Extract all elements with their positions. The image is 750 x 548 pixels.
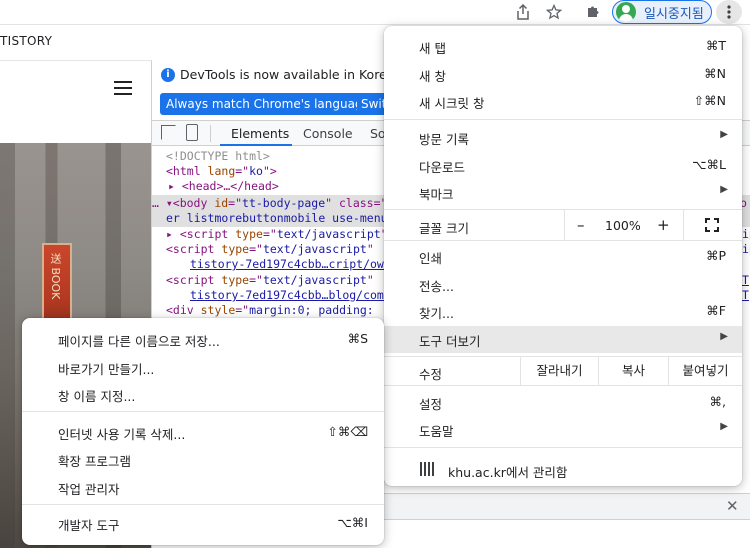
submenu-item-clear-data[interactable]: 인터넷 사용 기록 삭제... ⇧⌘⌫	[22, 418, 384, 445]
zoom-level: 100%	[605, 218, 641, 233]
code-line[interactable]: <div style="margin:0; padding:	[166, 303, 374, 318]
chrome-main-menu: 새 탭 ⌘T 새 창 ⌘N 새 시크릿 창 ⇧⌘N 방문 기록 ▶ 다운로드 ⌥⌘L 북마…	[384, 26, 742, 486]
menu-item-managed[interactable]: khu.ac.kr에서 관리함	[384, 454, 742, 486]
info-icon: i	[161, 68, 175, 82]
menu-item-bookmarks[interactable]: 북마크 ▶	[384, 179, 742, 206]
device-toolbar-icon[interactable]	[186, 124, 198, 141]
zoom-controls: – 100% +	[564, 210, 742, 240]
fullscreen-button[interactable]	[683, 210, 743, 240]
fullscreen-icon	[705, 218, 719, 232]
close-icon[interactable]: ✕	[726, 497, 739, 515]
edit-row: 수정 잘라내기 복사 붙여넣기	[384, 356, 742, 386]
site-header	[0, 60, 152, 144]
site-title[interactable]: TISTORY	[0, 34, 52, 48]
submenu-item-create-shortcut[interactable]: 바로가기 만들기...	[22, 353, 384, 380]
tab-elements[interactable]: Elements	[231, 126, 289, 141]
code-line[interactable]: <script type="text/javascript"	[166, 242, 374, 257]
kebab-icon[interactable]	[716, 0, 742, 24]
menu-item-history[interactable]: 방문 기록 ▶	[384, 124, 742, 151]
tab-console[interactable]: Console	[303, 126, 353, 141]
building-icon	[420, 462, 434, 476]
menu-item-incognito[interactable]: 새 시크릿 창 ⇧⌘N	[384, 88, 742, 115]
zoom-label: 글꼴 크기	[419, 221, 469, 236]
code-fragment: ipt"	[742, 242, 750, 256]
code-fragment: T	[742, 288, 749, 302]
menu-item-new-tab[interactable]: 새 탭 ⌘T	[384, 33, 742, 60]
zoom-row: 글꼴 크기 – 100% +	[384, 209, 742, 241]
banner-text: DevTools is now available in Korean!	[180, 67, 408, 82]
submenu-item-task-manager[interactable]: 작업 관리자	[22, 473, 384, 500]
active-tab-indicator	[220, 144, 292, 146]
zoom-out-button[interactable]: –	[577, 216, 585, 234]
hamburger-icon[interactable]	[114, 81, 132, 95]
more-tools-submenu: 페이지를 다른 이름으로 저장... ⌘S 바로가기 만들기... 창 이름 지정…	[22, 318, 384, 545]
code-line[interactable]: … ▾<body id="tt-body-page" class="h	[152, 196, 394, 211]
share-icon[interactable]	[512, 2, 534, 22]
menu-item-new-window[interactable]: 새 창 ⌘N	[384, 61, 742, 88]
code-line[interactable]: <script type="text/javascript"	[166, 273, 374, 288]
copy-button[interactable]: 복사	[598, 357, 668, 385]
edit-label: 수정	[419, 367, 443, 382]
menu-item-downloads[interactable]: 다운로드 ⌥⌘L	[384, 152, 742, 179]
puzzle-icon[interactable]	[582, 2, 604, 22]
chevron-right-icon: ▶	[720, 421, 728, 432]
code-line[interactable]: er listmorebuttonmobile use-menu	[166, 211, 388, 226]
menu-item-more-tools[interactable]: 도구 더보기 ▶	[384, 326, 742, 353]
submenu-item-extensions[interactable]: 확장 프로그램	[22, 445, 384, 472]
paste-button[interactable]: 붙여넣기	[668, 357, 742, 385]
cut-button[interactable]: 잘라내기	[520, 357, 598, 385]
profile-button[interactable]: 일시중지됨	[612, 0, 712, 24]
code-line[interactable]: ▸ <script type="text/javascript"	[166, 227, 388, 242]
menu-item-find[interactable]: 찾기... ⌘F	[384, 298, 742, 325]
chevron-right-icon: ▶	[720, 129, 728, 140]
menu-item-print[interactable]: 인쇄 ⌘P	[384, 243, 742, 270]
match-language-button[interactable]: Always match Chrome's language	[160, 93, 376, 115]
avatar	[616, 2, 636, 22]
code-fragment: ipt"	[742, 227, 750, 241]
code-fragment: T	[742, 273, 749, 287]
menu-item-help[interactable]: 도움말 ▶	[384, 416, 742, 443]
menu-item-settings[interactable]: 설정 ⌘,	[384, 389, 742, 416]
chevron-right-icon: ▶	[720, 331, 728, 342]
code-link[interactable]: tistory-7ed197c4cbb…cript/owne	[190, 257, 398, 272]
profile-status-label: 일시중지됨	[644, 6, 704, 22]
code-line[interactable]: ▸ <head>…</head>	[168, 179, 279, 194]
code-link[interactable]: tistory-7ed197c4cbb…blog/commo	[190, 288, 398, 303]
submenu-item-dev-tools[interactable]: 개발자 도구 ⌥⌘I	[22, 509, 384, 536]
menu-item-cast[interactable]: 전송...	[384, 271, 742, 298]
star-icon[interactable]	[543, 2, 565, 22]
inspect-element-icon[interactable]	[161, 125, 176, 140]
zoom-in-button[interactable]: +	[657, 216, 670, 234]
shop-sign-text: 送 BOOK	[49, 253, 62, 300]
code-line[interactable]: <html lang="ko">	[166, 164, 277, 179]
chevron-right-icon: ▶	[720, 184, 728, 195]
browser-toolbar: 일시중지됨	[0, 0, 750, 25]
code-line[interactable]: <!DOCTYPE html>	[166, 149, 270, 164]
submenu-item-save-as[interactable]: 페이지를 다른 이름으로 저장... ⌘S	[22, 325, 384, 352]
submenu-item-name-window[interactable]: 창 이름 지정...	[22, 380, 384, 407]
